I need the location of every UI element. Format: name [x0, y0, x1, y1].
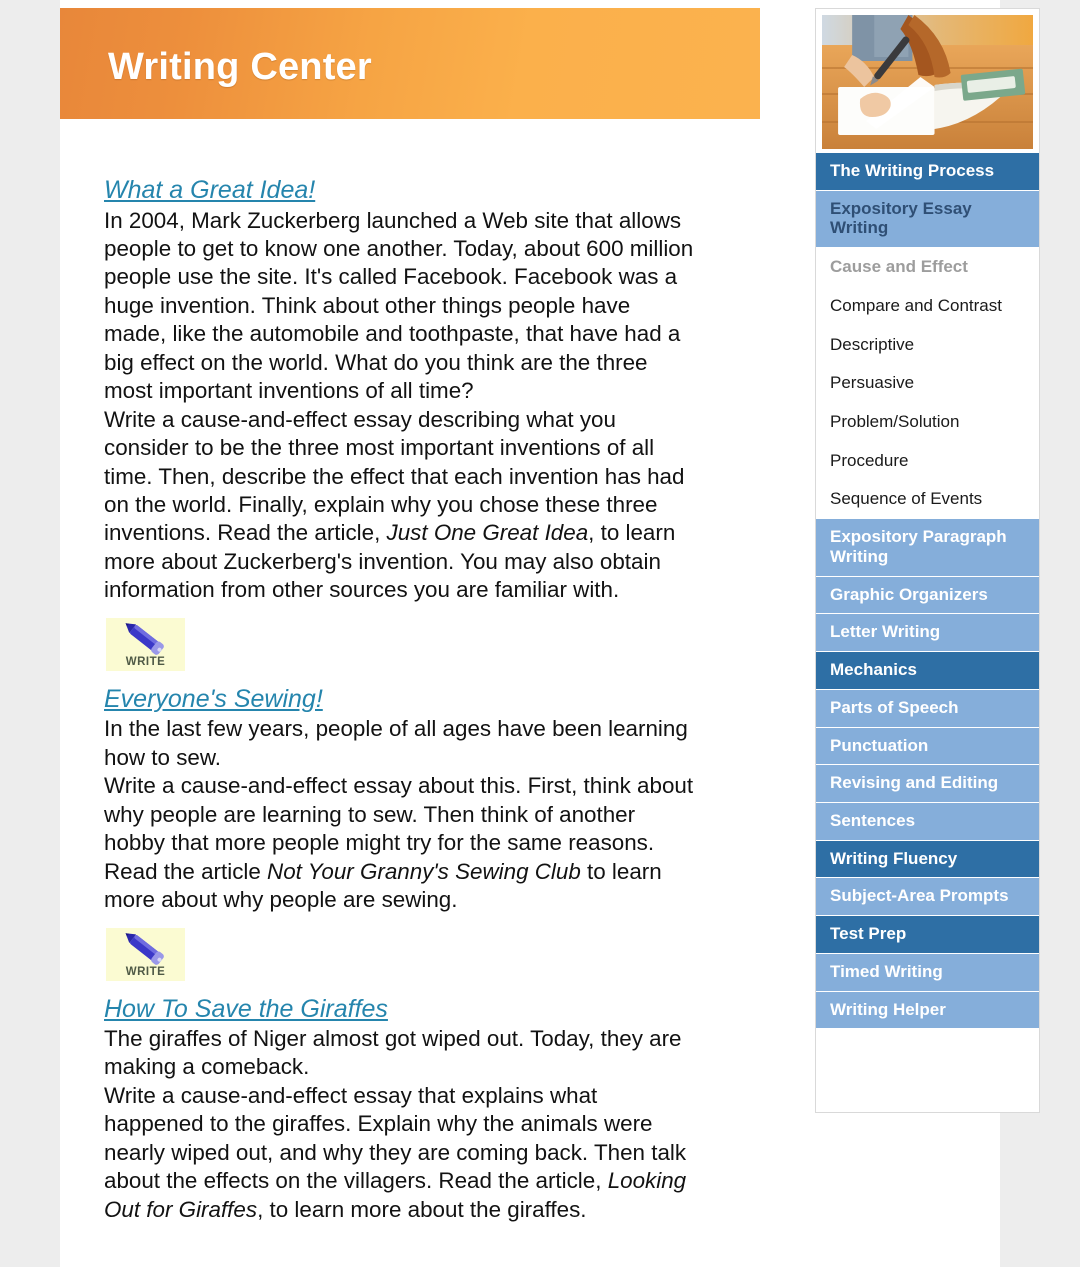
sidebar-item-persuasive[interactable]: Persuasive — [816, 364, 1039, 404]
sidebar-item-writing-helper[interactable]: Writing Helper — [816, 991, 1039, 1029]
prompt-entry: How To Save the Giraffes The giraffes of … — [104, 995, 694, 1225]
article-title: Not Your Granny's Sewing Club — [267, 858, 581, 884]
sidebar: The Writing Process Expository Essay Writ… — [815, 8, 1040, 1114]
sidebar-item-expository-essay-writing[interactable]: Expository Essay Writing — [816, 190, 1039, 249]
sidebar-item-writing-fluency[interactable]: Writing Fluency — [816, 840, 1039, 879]
sidebar-item-timed-writing[interactable]: Timed Writing — [816, 953, 1039, 992]
sidebar-photo-frame — [816, 9, 1039, 153]
sidebar-item-graphic-organizers[interactable]: Graphic Organizers — [816, 576, 1039, 615]
sidebar-item-test-prep[interactable]: Test Prep — [816, 916, 1039, 954]
write-button[interactable]: WRITE — [106, 617, 185, 671]
sidebar-item-sentences[interactable]: Sentences — [816, 802, 1039, 841]
main-content: What a Great Idea! In 2004, Mark Zuckerbe… — [104, 176, 694, 1228]
sidebar-item-cause-and-effect: Cause and Effect — [816, 248, 1039, 287]
prompt-part-2: , to learn more about the giraffes. — [257, 1196, 587, 1222]
page-header-banner: Writing Center — [60, 8, 760, 119]
page-title: Writing Center — [108, 46, 372, 88]
write-button[interactable]: WRITE — [106, 927, 185, 981]
write-button-label: WRITE — [125, 655, 166, 668]
sidebar-item-compare-and-contrast[interactable]: Compare and Contrast — [816, 286, 1039, 326]
entry-prompt-text: Write a cause-and-effect essay about thi… — [104, 772, 694, 914]
sidebar-item-expository-paragraph-writing[interactable]: Expository Paragraph Writing — [816, 519, 1039, 577]
sidebar-nav: The Writing Process Expository Essay Writ… — [816, 153, 1039, 1029]
entry-intro-text: In the last few years, people of all age… — [104, 716, 688, 770]
entry-intro-text: In 2004, Mark Zuckerberg launched a Web … — [104, 207, 694, 404]
sidebar-item-revising-and-editing[interactable]: Revising and Editing — [816, 765, 1039, 803]
sidebar-item-mechanics[interactable]: Mechanics — [816, 652, 1039, 690]
sidebar-item-subject-area-prompts[interactable]: Subject-Area Prompts — [816, 878, 1039, 917]
sidebar-item-procedure[interactable]: Procedure — [816, 441, 1039, 481]
girl-writing-photo — [822, 15, 1033, 149]
entry-title-link[interactable]: What a Great Idea! — [104, 176, 315, 206]
prompt-entry: Everyone's Sewing! In the last few years,… — [104, 685, 694, 981]
entry-intro-text: The giraffes of Niger almost got wiped o… — [104, 1026, 682, 1080]
sidebar-item-problem-solution[interactable]: Problem/Solution — [816, 403, 1039, 442]
article-title: Just One Great Idea — [386, 520, 589, 546]
prompt-part-1: Write a cause-and-effect essay that expl… — [104, 1082, 687, 1194]
sidebar-item-the-writing-process[interactable]: The Writing Process — [816, 153, 1039, 191]
entry-prompt-text: Write a cause-and-effect essay that expl… — [104, 1082, 694, 1224]
sidebar-item-letter-writing[interactable]: Letter Writing — [816, 614, 1039, 653]
sidebar-item-parts-of-speech[interactable]: Parts of Speech — [816, 689, 1039, 728]
sidebar-filler — [816, 1028, 1039, 1113]
entry-prompt-text: Write a cause-and-effect essay describin… — [104, 406, 694, 605]
entry-title-link[interactable]: How To Save the Giraffes — [104, 995, 388, 1025]
entry-title-link[interactable]: Everyone's Sewing! — [104, 685, 323, 715]
sidebar-item-punctuation[interactable]: Punctuation — [816, 727, 1039, 766]
write-button-label: WRITE — [125, 965, 166, 978]
sidebar-item-sequence-of-events[interactable]: Sequence of Events — [816, 480, 1039, 520]
sidebar-item-descriptive[interactable]: Descriptive — [816, 325, 1039, 365]
prompt-entry: What a Great Idea! In 2004, Mark Zuckerbe… — [104, 176, 694, 671]
page-container: Writing Center What a Great Idea! In 2004… — [60, 0, 1040, 1267]
